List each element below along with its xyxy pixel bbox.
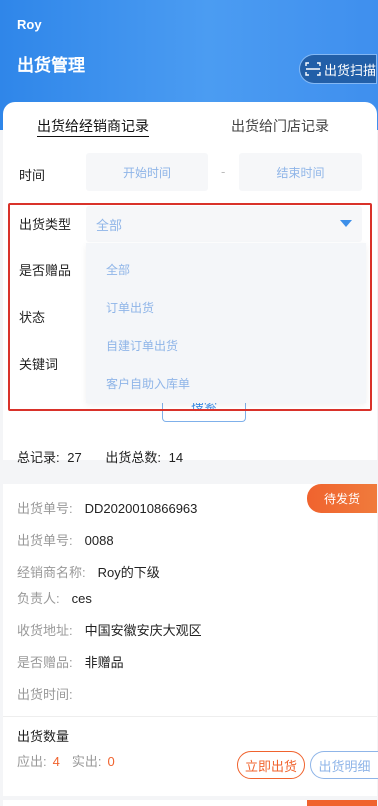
- keyword-label: 关键词: [19, 357, 59, 372]
- order-field: 是否赠品: 非赠品: [17, 652, 124, 671]
- page-title: 出货管理: [17, 56, 85, 75]
- scan-button[interactable]: 出货扫描: [300, 55, 376, 83]
- order-card: 待发货 出货单号: DD2020010866963 出货单号: 0088 经销商名称…: [3, 484, 378, 796]
- type-option-custom-order[interactable]: 自建订单出货: [106, 337, 178, 354]
- field-label: 出货单号:: [17, 501, 73, 516]
- actual-label: 实出:: [71, 754, 102, 769]
- type-dropdown: 全部 订单出货 自建订单出货 客户自助入库单: [86, 243, 366, 403]
- divider: [3, 716, 377, 717]
- order-field: 出货时间:: [17, 684, 85, 703]
- total-label: 总记录:: [17, 450, 60, 465]
- gift-label: 是否赠品: [19, 263, 72, 278]
- start-date-input[interactable]: 开始时间: [86, 153, 208, 191]
- field-label: 出货时间:: [17, 687, 73, 702]
- tab-store-records[interactable]: 出货给门店记录: [231, 116, 329, 136]
- tab-dealer-records[interactable]: 出货给经销商记录: [37, 116, 149, 136]
- type-select[interactable]: 全部: [86, 206, 362, 242]
- caret-down-icon: [340, 220, 352, 227]
- end-date-input[interactable]: 结束时间: [239, 153, 362, 191]
- order-field: 经销商名称: Roy的下级: [17, 562, 160, 581]
- field-value: DD2020010866963: [84, 501, 198, 516]
- scan-icon: [305, 62, 321, 76]
- type-option-self-stock[interactable]: 客户自助入库单: [106, 375, 190, 392]
- filter-panel: 出货给经销商记录 出货给门店记录 时间 开始时间 - 结束时间 出货类型 全部 …: [3, 102, 377, 460]
- date-separator: -: [221, 164, 226, 179]
- field-value: 中国安徽安庆大观区: [84, 623, 202, 638]
- actual-value: 0: [107, 754, 115, 769]
- type-label: 出货类型: [19, 217, 72, 232]
- next-order-card: [3, 800, 377, 806]
- time-label: 时间: [19, 168, 46, 183]
- field-label: 出货单号:: [17, 533, 73, 548]
- tab-bar: 出货给经销商记录 出货给门店记录: [3, 102, 377, 150]
- ship-now-button[interactable]: 立即出货: [237, 751, 305, 779]
- shipped-value: 14: [168, 450, 184, 465]
- order-field: 出货单号: 0088: [17, 530, 114, 549]
- qty-title: 出货数量: [17, 729, 70, 744]
- field-value: ces: [71, 591, 92, 606]
- ship-detail-button[interactable]: 出货明细: [310, 751, 378, 779]
- field-value: 0088: [84, 533, 114, 548]
- next-status-badge: [307, 800, 377, 806]
- order-field: 收货地址: 中国安徽安庆大观区: [17, 620, 202, 639]
- field-label: 负责人:: [17, 591, 60, 606]
- order-field: 出货单号: DD2020010866963: [17, 498, 197, 517]
- field-value: Roy的下级: [97, 565, 160, 580]
- shipped-label: 出货总数:: [105, 450, 161, 465]
- status-label: 状态: [19, 310, 46, 325]
- qty-line: 应出: 4 实出: 0: [17, 751, 127, 770]
- field-value: 非赠品: [84, 655, 124, 670]
- summary-bar: 总记录: 27 出货总数: 14: [17, 447, 187, 466]
- total-value: 27: [67, 450, 82, 465]
- user-name: Roy: [17, 17, 42, 32]
- status-badge: 待发货: [307, 484, 377, 513]
- field-label: 收货地址:: [17, 623, 73, 638]
- type-selected-value: 全部: [96, 217, 123, 233]
- field-label: 是否赠品:: [17, 655, 73, 670]
- type-option-all[interactable]: 全部: [106, 261, 130, 278]
- order-field: 负责人: ces: [17, 588, 92, 607]
- type-option-order[interactable]: 订单出货: [106, 299, 154, 316]
- due-label: 应出:: [17, 754, 47, 769]
- due-value: 4: [52, 754, 60, 769]
- field-label: 经销商名称:: [17, 565, 86, 580]
- scan-button-label: 出货扫描: [324, 62, 377, 78]
